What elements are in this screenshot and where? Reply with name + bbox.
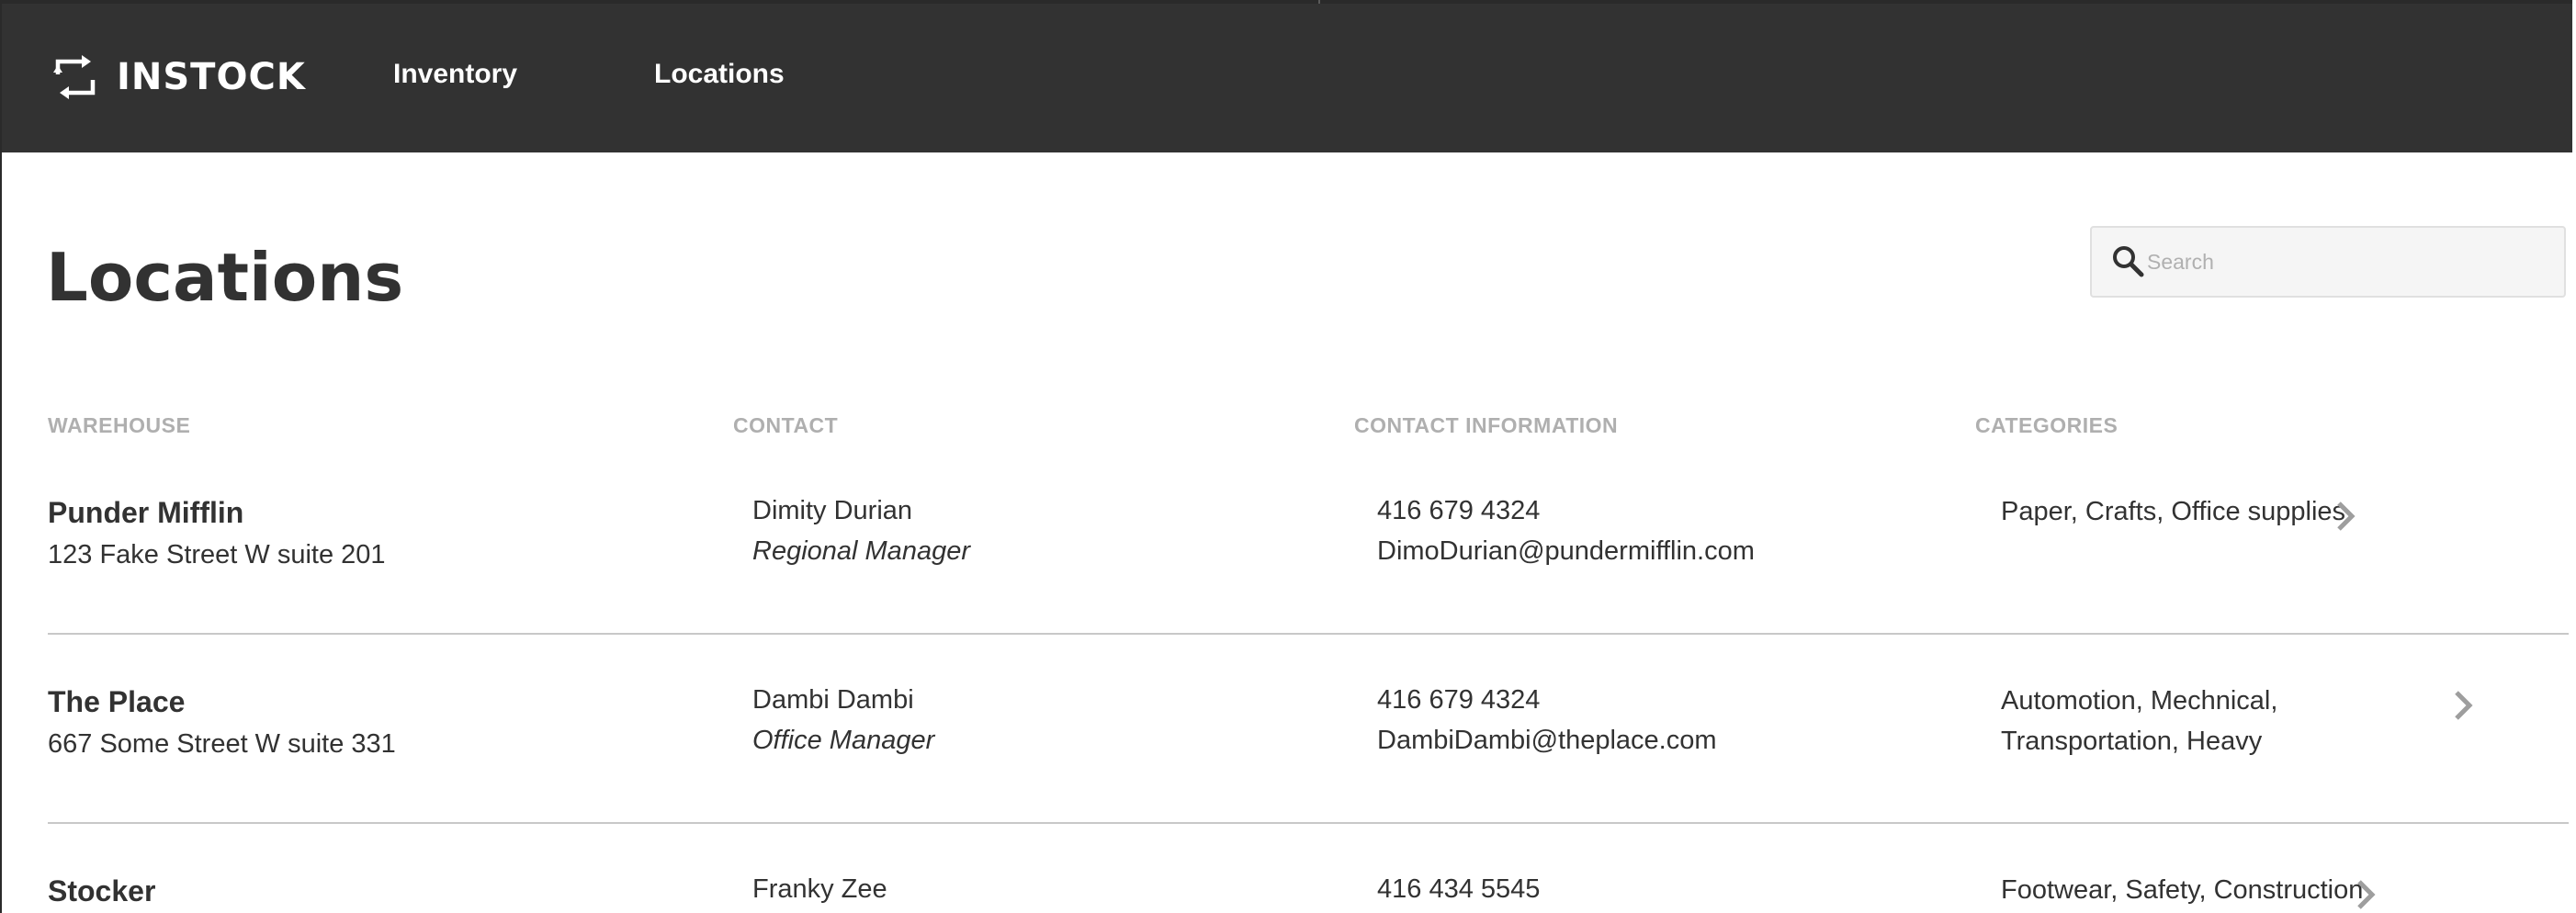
row-divider — [48, 633, 2569, 635]
chevron-right-icon[interactable] — [2451, 687, 2477, 724]
table-row[interactable]: Stocker Franky Zee 416 434 5545 Footwear… — [2, 0, 2572, 909]
warehouse-name[interactable]: Punder Mifflin — [48, 496, 243, 530]
warehouse-address: 123 Fake Street W suite 201 — [48, 540, 386, 569]
row-divider — [48, 822, 2569, 824]
search-input[interactable] — [2147, 249, 2542, 275]
contact-phone: 416 679 4324 — [1377, 685, 1541, 715]
column-header-warehouse[interactable]: WAREHOUSE — [48, 413, 190, 438]
page-title: Locations — [46, 239, 404, 316]
column-header-contact-information[interactable]: CONTACT INFORMATION — [1354, 413, 1618, 438]
chevron-right-icon[interactable] — [2354, 876, 2379, 913]
contact-phone: 416 434 5545 — [1377, 874, 1541, 904]
warehouse-address: 667 Some Street W suite 331 — [48, 729, 396, 759]
search-icon — [2110, 243, 2147, 280]
contact-name: Dambi Dambi — [752, 685, 914, 715]
contact-phone: 416 679 4324 — [1377, 496, 1541, 525]
categories: Footwear, Safety, Construction — [2001, 875, 2364, 905]
contact-email: DimoDurian@pundermifflin.com — [1377, 536, 1755, 566]
chevron-right-icon[interactable] — [2333, 498, 2359, 535]
contact-name: Dimity Durian — [752, 496, 913, 525]
contact-title: Office Manager — [752, 726, 935, 755]
categories: Paper, Crafts, Office supplies — [2001, 497, 2346, 526]
column-header-contact[interactable]: CONTACT — [733, 413, 838, 438]
contact-email: DambiDambi@theplace.com — [1377, 726, 1717, 755]
app-window: INSTOCK Inventory Locations Locations WA… — [0, 0, 2572, 913]
search-box[interactable] — [2090, 226, 2566, 298]
warehouse-name[interactable]: The Place — [48, 685, 185, 719]
categories: Automotion, Mechnical, Transportation, H… — [2001, 686, 2278, 756]
contact-name: Franky Zee — [752, 874, 887, 904]
column-header-categories[interactable]: CATEGORIES — [1975, 413, 2118, 438]
warehouse-name[interactable]: Stocker — [48, 874, 155, 908]
contact-title: Regional Manager — [752, 536, 970, 566]
